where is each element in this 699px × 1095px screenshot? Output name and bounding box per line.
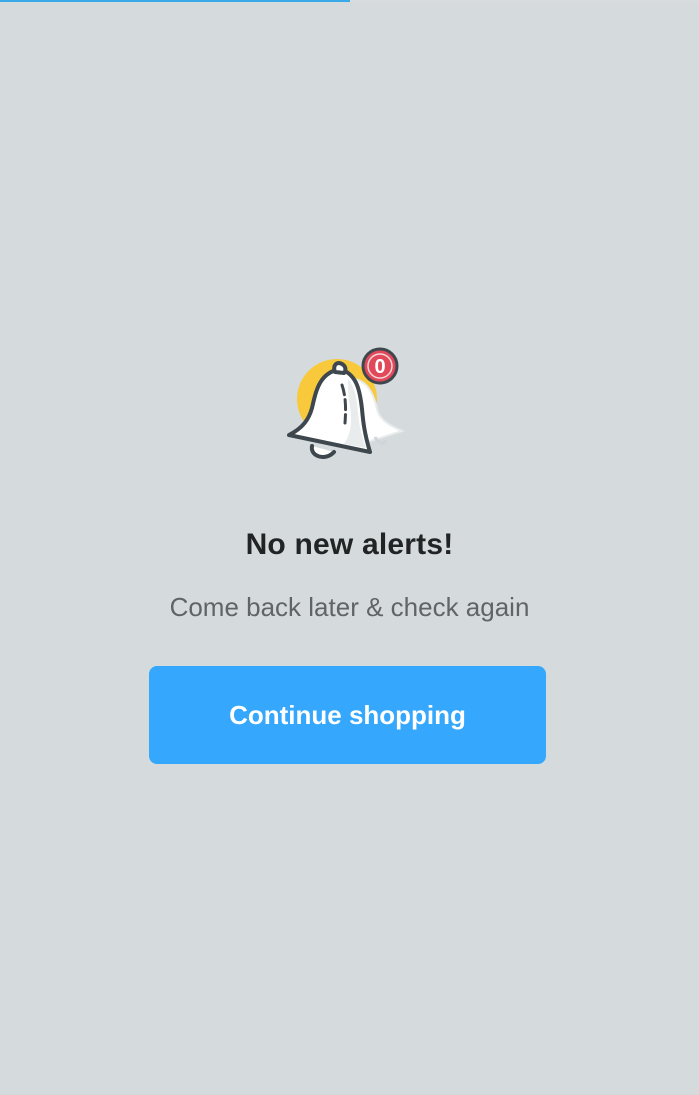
front-bell-clapper [309, 444, 336, 459]
empty-state-subtitle: Come back later & check again [169, 592, 530, 622]
notification-badge-count: 0 [374, 356, 385, 378]
front-bell-knob [332, 361, 348, 375]
no-alerts-empty-state: 0 No new alerts! Come back later & check… [0, 0, 699, 1095]
bell-alert-icon: 0 [282, 345, 412, 470]
bells-illustration: 0 [287, 347, 405, 459]
empty-state-title: No new alerts! [245, 528, 454, 561]
continue-shopping-button[interactable]: Continue shopping [149, 666, 546, 764]
